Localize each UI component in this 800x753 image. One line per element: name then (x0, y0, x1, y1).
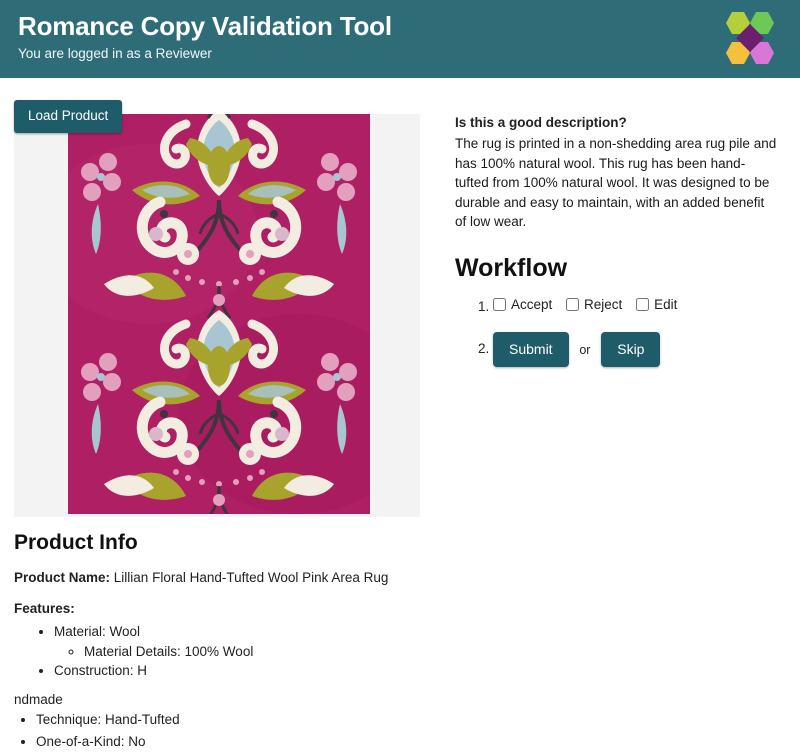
workflow-step-1: Accept Reject Edit (493, 297, 778, 314)
page-body: Load Product Product Info Product Name: … (0, 78, 800, 753)
product-image-frame (14, 114, 420, 517)
material-details-list: Material Details: 100% Wool (54, 642, 435, 662)
product-name-value: Lillian Floral Hand-Tufted Wool Pink Are… (113, 570, 389, 585)
reject-checkbox-input[interactable] (566, 298, 580, 312)
accept-checkbox-input[interactable] (493, 298, 506, 312)
workflow-title: Workflow (455, 254, 568, 283)
skip-button[interactable]: Skip (601, 332, 661, 368)
list-item: Construction: H (54, 661, 435, 681)
features-list: Material: Wool Material Details: 100% Wo… (14, 622, 435, 681)
description-question: Is this a good description? (455, 115, 627, 130)
features-label: Features: (14, 601, 75, 617)
workflow-step-2: Submit or Skip (493, 332, 778, 368)
or-separator-label: or (579, 342, 591, 357)
login-status-text: You are logged in as a Reviewer (18, 45, 212, 61)
workflow-steps: Accept Reject Edit Submit or Skip (455, 297, 778, 368)
right-column: Is this a good description? The rug is p… (455, 78, 800, 385)
list-item: Material Details: 100% Wool (84, 642, 435, 662)
checkbox-edit[interactable]: Edit (636, 297, 677, 312)
checkbox-reject[interactable]: Reject (566, 297, 622, 312)
product-info-section: Product Info Product Name: Lillian Flora… (14, 531, 455, 753)
load-product-button[interactable]: Load Product (14, 100, 123, 133)
features-list-tail: Technique: Hand-Tufted One-of-a-Kind: No (14, 709, 435, 752)
accept-label: Accept (511, 297, 553, 313)
description-text: The rug is printed in a non-shedding are… (455, 136, 777, 230)
checkbox-accept[interactable]: Accept (493, 297, 552, 312)
product-image (68, 114, 370, 514)
hexagon-cluster-logo-icon (718, 8, 782, 70)
page-title: Romance Copy Validation Tool (18, 11, 392, 41)
submit-button[interactable]: Submit (493, 332, 569, 368)
left-column: Load Product Product Info Product Name: … (0, 78, 455, 753)
list-item: Technique: Hand-Tufted (36, 709, 435, 731)
edit-label: Edit (654, 297, 678, 313)
list-item: Material: Wool Material Details: 100% Wo… (54, 622, 435, 661)
product-info-title: Product Info (14, 531, 138, 554)
edit-checkbox-input[interactable] (636, 298, 650, 312)
feature-material: Material: Wool (54, 624, 141, 640)
orphan-text-fragment: ndmade (14, 691, 63, 707)
product-name-label: Product Name: (14, 570, 111, 585)
app-header: Romance Copy Validation Tool You are log… (0, 0, 800, 78)
list-item: One-of-a-Kind: No (36, 731, 435, 753)
reject-label: Reject (584, 297, 623, 313)
product-name-line: Product Name: Lillian Floral Hand-Tufted… (14, 569, 435, 587)
content-columns: Load Product Product Info Product Name: … (0, 78, 800, 753)
